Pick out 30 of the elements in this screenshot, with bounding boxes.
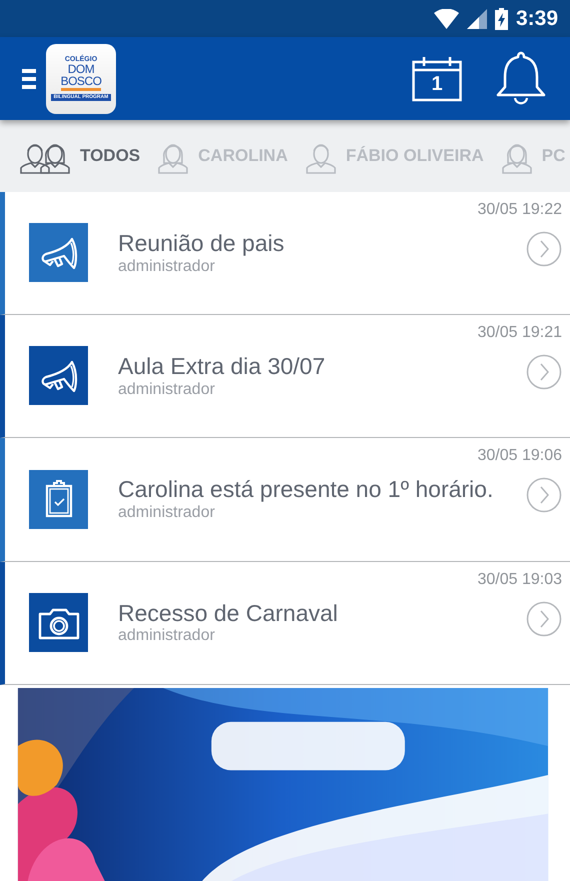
message-author: administrador: [118, 627, 216, 646]
clipboard-icon: [29, 470, 88, 529]
chevron-right-icon[interactable]: [526, 476, 562, 513]
message-item[interactable]: Carolina está presente no 1º horário. administrador 30/05 19:06: [0, 438, 570, 562]
message-time: 30/05 19:22: [477, 201, 562, 219]
battery-icon: [494, 8, 508, 30]
message-author: administrador: [118, 504, 216, 522]
signal-icon: [466, 8, 487, 28]
message-author: administrador: [118, 258, 216, 276]
message-title: Carolina está presente no 1º horário.: [118, 476, 494, 504]
message-title: Aula Extra dia 30/07: [118, 353, 326, 381]
message-time: 30/05 19:21: [477, 324, 562, 342]
message-time: 30/05 19:03: [477, 570, 562, 589]
message-author: administrador: [118, 380, 216, 399]
message-title: Reunião de pais: [118, 230, 286, 258]
chevron-right-icon[interactable]: [526, 600, 562, 637]
notification-bell-icon[interactable]: [496, 50, 546, 106]
message-title: Recesso de Carnaval: [118, 600, 339, 628]
chevron-right-icon[interactable]: [526, 354, 562, 390]
message-item[interactable]: Reunião de pais administrador 30/05 19:22: [0, 192, 570, 315]
camera-icon: [29, 593, 88, 652]
profile-tab[interactable]: TODOS: [20, 137, 140, 175]
message-item[interactable]: Aula Extra dia 30/07 administrador 30/05 19:21: [0, 314, 570, 438]
chevron-right-icon[interactable]: [526, 231, 562, 267]
megaphone-icon: [29, 346, 88, 406]
megaphone-icon: [29, 223, 88, 282]
wifi-icon: [434, 8, 459, 28]
clock-time: 3:39: [516, 6, 558, 30]
message-time: 30/05 19:06: [477, 446, 562, 465]
menu-icon[interactable]: [22, 68, 36, 88]
